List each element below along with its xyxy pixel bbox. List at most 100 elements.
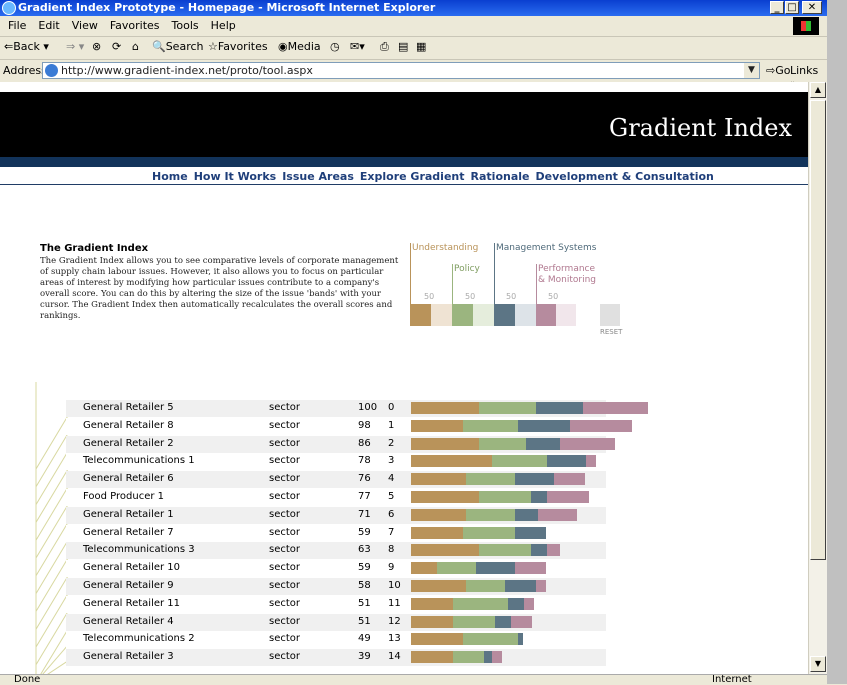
result-row[interactable]: General Retailer 11 sector 51 11 [66,595,606,613]
forward-button[interactable]: ⇒ ▾ [66,40,84,53]
company-rank: 10 [388,580,401,591]
reset-button[interactable]: RESET [600,328,622,336]
links-label: Links [790,64,819,77]
result-row[interactable]: Telecommunications 2 sector 49 13 [66,631,606,649]
management-segment [476,562,515,575]
menu-favorites[interactable]: Favorites [106,16,164,35]
result-row[interactable]: General Retailer 10 sector 59 9 [66,560,606,578]
company-rank: 0 [388,402,395,413]
menu-help[interactable]: Help [207,16,240,35]
company-score: 76 [358,473,371,485]
understanding-segment [411,473,466,486]
management-segment [536,402,583,414]
result-row[interactable]: Telecommunications 1 sector 78 3 [66,453,606,471]
company-score: 58 [358,580,371,591]
result-row[interactable]: General Retailer 5 sector 100 0 [66,400,648,417]
back-button[interactable]: ⇐Back ▾ [4,40,49,53]
edit-icon[interactable]: ▤ [398,40,408,53]
history-icon[interactable]: ◷ [330,40,340,53]
result-row[interactable]: General Retailer 1 sector 71 6 [66,506,606,524]
understanding-segment [411,437,479,450]
understanding-segment [411,526,463,539]
score-bar [411,544,560,557]
menu-view[interactable]: View [68,16,102,35]
maximize-button[interactable]: □ [785,1,799,14]
score-bar [411,402,648,414]
policy-band[interactable] [452,304,473,326]
intro-text: The Gradient Index allows you to see com… [40,256,399,321]
close-button[interactable]: ✕ [802,1,822,14]
policy-segment [492,455,547,468]
result-row[interactable]: General Retailer 4 sector 51 12 [66,613,606,631]
result-row[interactable]: General Retailer 9 sector 58 10 [66,578,606,595]
policy-guide [452,264,453,304]
label-monitoring: & Monitoring [538,275,597,285]
home-icon[interactable]: ⌂ [132,40,139,53]
company-sector: sector [269,437,301,449]
minimize-button[interactable]: _ [770,1,784,14]
address-input[interactable]: http://www.gradient-index.net/proto/tool… [42,62,760,79]
background-window-edge [827,0,847,684]
performance-segment [547,491,589,503]
search-button[interactable]: 🔍Search [152,40,204,53]
reset-box[interactable] [600,304,620,326]
management-band-remainder[interactable] [515,304,536,326]
understanding-band[interactable] [410,304,431,326]
management-value: 50 [506,292,517,301]
result-row[interactable]: General Retailer 7 sector 59 7 [66,524,606,542]
media-button[interactable]: ◉Media [278,40,321,53]
score-bar [411,455,596,468]
result-row[interactable]: General Retailer 6 sector 76 4 [66,471,606,489]
performance-segment [536,580,546,592]
scroll-up-icon[interactable]: ▲ [810,82,826,98]
nav-development[interactable]: Development & Consultation [535,170,713,183]
favorites-button[interactable]: ☆Favorites [208,40,268,53]
result-row[interactable]: Food Producer 1 sector 77 5 [66,489,606,506]
menu-bar: File Edit View Favorites Tools Help [0,16,827,37]
nav-explore-gradient[interactable]: Explore Gradient [360,170,465,183]
menu-tools[interactable]: Tools [168,16,203,35]
nav-rationale[interactable]: Rationale [471,170,530,183]
understanding-segment [411,491,479,503]
vertical-scrollbar[interactable]: ▲ ▼ [808,82,827,674]
management-segment [505,580,536,592]
refresh-icon[interactable]: ⟳ [112,40,121,53]
menu-file[interactable]: File [4,16,30,35]
discuss-icon[interactable]: ▦ [416,40,426,53]
policy-segment [463,526,515,539]
go-button[interactable]: ⇨Go [766,64,790,77]
company-sector: sector [269,473,301,485]
scroll-thumb[interactable] [810,100,826,560]
nav-how-it-works[interactable]: How It Works [194,170,277,183]
management-band[interactable] [494,304,515,326]
result-row[interactable]: General Retailer 2 sector 86 2 [66,435,615,453]
management-segment [547,455,586,468]
policy-band-remainder[interactable] [473,304,494,326]
policy-segment [466,580,505,592]
result-row[interactable]: General Retailer 3 sector 39 14 [66,649,606,667]
nav-home[interactable]: Home [152,170,188,183]
company-score: 59 [358,562,371,574]
scroll-down-icon[interactable]: ▼ [810,656,826,672]
company-name: General Retailer 7 [83,526,174,538]
menu-edit[interactable]: Edit [34,16,63,35]
policy-segment [453,651,484,664]
mail-icon[interactable]: ✉▾ [350,40,365,53]
understanding-band-remainder[interactable] [431,304,452,326]
print-icon[interactable]: ⎙ [380,40,389,54]
score-bar [411,633,523,646]
result-row[interactable]: General Retailer 8 sector 98 1 [66,417,632,435]
address-dropdown-icon[interactable]: ▼ [744,63,759,78]
policy-segment [479,402,536,414]
performance-band[interactable] [536,304,556,326]
performance-value: 50 [548,292,559,301]
management-segment [515,508,538,521]
nav-issue-areas[interactable]: Issue Areas [282,170,354,183]
stop-icon[interactable]: ⊗ [92,40,101,53]
result-row[interactable]: Telecommunications 3 sector 63 8 [66,542,606,560]
performance-band-remainder[interactable] [556,304,576,326]
label-management-systems: Management Systems [496,243,597,253]
understanding-segment [411,615,453,628]
company-rank: 14 [388,651,401,663]
management-segment [518,419,570,432]
